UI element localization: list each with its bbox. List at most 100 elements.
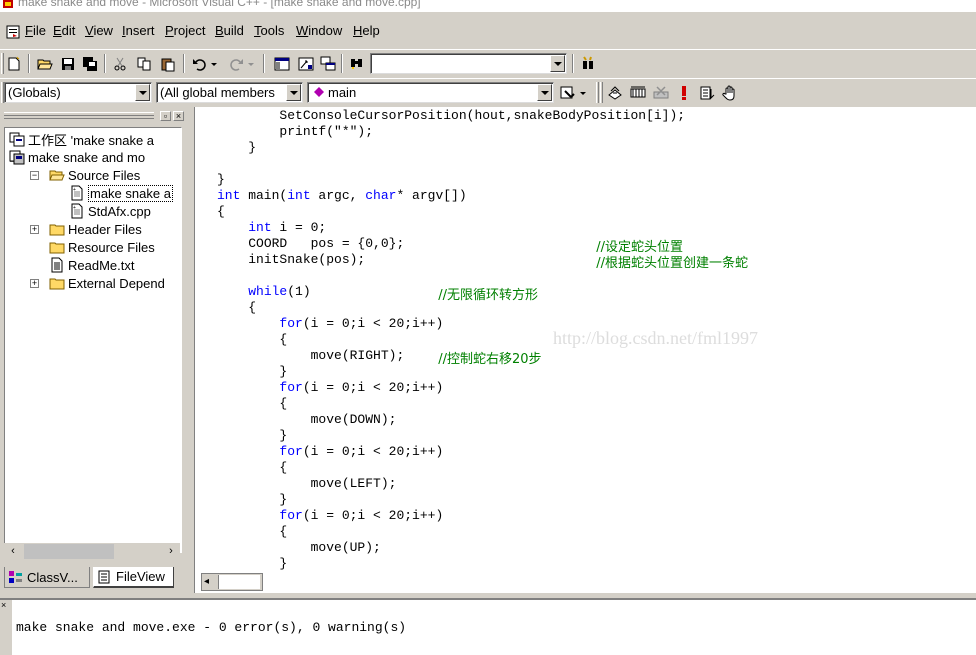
workspace-close-button[interactable]: × <box>173 111 184 121</box>
toolbar-grip[interactable] <box>596 82 599 103</box>
copy-button[interactable] <box>133 53 155 74</box>
workspace-restore-button[interactable]: ▫ <box>160 111 171 121</box>
menu-view[interactable]: View <box>85 23 113 38</box>
tree-node[interactable]: Header Files <box>49 220 142 238</box>
find-in-files-button[interactable] <box>346 53 368 74</box>
code-line: for(i = 0;i < 20;i++) <box>217 380 443 396</box>
workspace-header: ▫ × <box>4 111 186 121</box>
wizard-action-button[interactable] <box>557 82 579 103</box>
cut-button[interactable] <box>109 53 131 74</box>
go-button[interactable] <box>696 82 718 103</box>
expand-icon[interactable]: + <box>30 225 39 234</box>
project-icon <box>9 150 25 165</box>
workspace-horizontal-scrollbar[interactable]: ‹ › <box>4 543 180 560</box>
output-toggle-button[interactable] <box>295 53 317 74</box>
build-button[interactable] <box>627 82 649 103</box>
workspace-toggle-button[interactable] <box>271 53 293 74</box>
code-text: { <box>279 460 288 475</box>
chevron-down-icon[interactable] <box>550 55 565 72</box>
insert-breakpoint-button[interactable] <box>719 82 741 103</box>
menu-project[interactable]: Project <box>165 23 205 38</box>
code-line: move(DOWN); <box>217 412 397 428</box>
menu-window[interactable]: Window <box>296 23 342 38</box>
menu-edit[interactable]: Edit <box>53 23 75 38</box>
code-area[interactable]: http://blog.csdn.net/fml1997 SetConsoleC… <box>195 107 976 577</box>
keyword: for <box>279 380 303 395</box>
chevron-down-icon[interactable] <box>537 84 552 101</box>
code-text: printf("*"); <box>279 124 374 139</box>
workspace-window-icon <box>274 57 290 70</box>
menu-help[interactable]: Help <box>353 23 380 38</box>
scroll-thumb[interactable] <box>218 575 260 589</box>
close-icon[interactable]: × <box>1 600 6 610</box>
document-icon[interactable] <box>6 25 20 39</box>
menu-build[interactable]: Build <box>215 23 244 38</box>
keyword: while <box>248 284 288 299</box>
code-text: (i = 0;i < 20;i++) <box>302 380 444 395</box>
menu-insert[interactable]: Insert <box>122 23 155 38</box>
svg-text:+: + <box>73 205 76 211</box>
tree-node[interactable]: make snake and mo <box>9 148 145 166</box>
code-text: } <box>279 364 288 379</box>
expand-icon[interactable]: + <box>30 279 39 288</box>
code-line: } <box>217 556 287 572</box>
code-line: } <box>217 172 225 188</box>
find-combo[interactable] <box>370 53 567 74</box>
editor-horizontal-scrollbar[interactable]: ◂ <box>201 573 263 591</box>
chevron-down-icon[interactable] <box>135 84 150 101</box>
undo-icon <box>193 58 206 71</box>
menu-file[interactable]: File <box>25 23 46 38</box>
tab-label: FileView <box>116 569 165 584</box>
paste-button[interactable] <box>157 53 179 74</box>
execute-button[interactable] <box>673 82 695 103</box>
scroll-left-icon[interactable]: ‹ <box>6 544 20 559</box>
menu-bar: File Edit View Insert Project Build Tool… <box>0 12 976 49</box>
members-combo[interactable]: (All global members <box>156 82 303 103</box>
find-button[interactable] <box>577 53 599 74</box>
window-list-button[interactable] <box>317 53 339 74</box>
compile-button[interactable] <box>604 82 626 103</box>
chevron-down-icon[interactable] <box>286 84 301 101</box>
folder-icon <box>49 224 65 236</box>
redo-dropdown[interactable] <box>245 53 257 74</box>
exclamation-icon <box>682 85 686 100</box>
tab-classview[interactable]: ClassV... <box>4 567 90 588</box>
collapse-icon[interactable]: − <box>30 171 39 180</box>
function-combo[interactable]: main <box>307 82 554 103</box>
tree-node[interactable]: + make snake a <box>69 184 173 202</box>
scroll-right-icon[interactable]: › <box>164 544 178 559</box>
code-line: for(i = 0;i < 20;i++) <box>217 316 443 332</box>
new-text-file-button[interactable] <box>3 53 25 74</box>
code-text: main( <box>240 188 288 203</box>
redo-button[interactable] <box>225 53 247 74</box>
code-editor[interactable]: http://blog.csdn.net/fml1997 SetConsoleC… <box>194 107 976 593</box>
code-text: } <box>248 140 257 155</box>
tab-label: ClassV... <box>27 569 78 585</box>
open-button[interactable] <box>34 53 56 74</box>
undo-dropdown[interactable] <box>208 53 220 74</box>
tab-fileview[interactable]: FileView <box>93 567 174 588</box>
tree-node[interactable]: Source Files <box>49 166 140 184</box>
scroll-thumb[interactable] <box>24 544 114 559</box>
menu-tools[interactable]: Tools <box>254 23 284 38</box>
wizard-action-dropdown[interactable] <box>577 82 589 103</box>
tree-node[interactable]: 工作区 'make snake a <box>9 130 154 148</box>
scope-combo[interactable]: (Globals) <box>4 82 152 103</box>
scroll-left-icon[interactable]: ◂ <box>204 576 209 587</box>
stop-build-button[interactable] <box>650 82 672 103</box>
save-all-button[interactable] <box>79 53 101 74</box>
save-button[interactable] <box>57 53 79 74</box>
output-pane: × make snake and move.exe - 0 error(s), … <box>0 598 976 655</box>
tree-node[interactable]: ReadMe.txt <box>49 256 134 274</box>
go-icon <box>700 86 715 99</box>
workspace-grip[interactable] <box>4 112 154 119</box>
tree-node[interactable]: + StdAfx.cpp <box>69 202 151 220</box>
tree-node[interactable]: External Depend <box>49 274 165 292</box>
code-comment: //根据蛇头位置创建一条蛇 <box>596 256 748 271</box>
toolbar-grip[interactable] <box>600 82 603 103</box>
code-line: } <box>217 428 287 444</box>
tree-node-label: ReadMe.txt <box>68 257 135 273</box>
tree-node-label: External Depend <box>68 275 165 291</box>
tree-node[interactable]: Resource Files <box>49 238 155 256</box>
code-line: { <box>217 460 287 476</box>
